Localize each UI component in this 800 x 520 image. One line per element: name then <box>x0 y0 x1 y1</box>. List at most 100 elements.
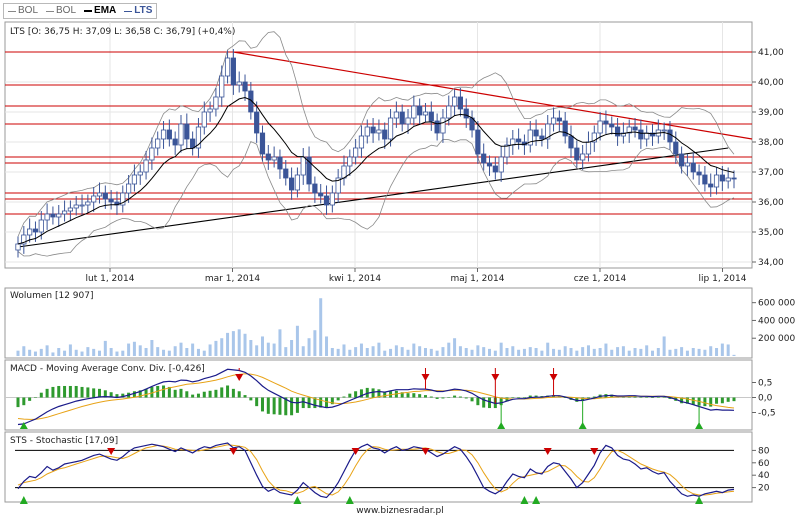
candle-body <box>108 198 114 203</box>
volume-bar <box>319 298 323 356</box>
volume-bar <box>127 343 131 356</box>
macd-histogram-bar <box>371 388 375 398</box>
candle-body <box>440 117 446 134</box>
volume-bar <box>121 350 125 356</box>
candle-body <box>172 138 178 146</box>
volume-bar <box>662 336 666 356</box>
candle-body <box>644 132 650 140</box>
macd-histogram-bar <box>476 397 480 406</box>
volume-bar <box>616 347 620 356</box>
candle-body <box>399 111 405 125</box>
volume-bar <box>546 342 550 356</box>
macd-histogram-bar <box>418 394 422 398</box>
candle-body <box>370 126 376 134</box>
volume-bar <box>138 345 142 356</box>
candle-body <box>492 165 498 173</box>
macd-histogram-bar <box>488 397 492 409</box>
volume-bar <box>493 350 497 356</box>
legend-item-lts[interactable]: LTS <box>120 4 156 18</box>
volume-bar <box>336 348 340 356</box>
candle-body <box>539 135 545 140</box>
volume-bar <box>255 345 259 356</box>
volume-bar <box>412 343 416 356</box>
volume-bar <box>726 344 730 356</box>
macd-histogram-bar <box>278 397 282 415</box>
volume-bar <box>260 336 264 356</box>
candle-body <box>91 195 97 203</box>
candle-body <box>516 138 522 143</box>
candle-body <box>353 147 359 158</box>
candle-body <box>713 174 720 188</box>
x-tick-label: maj 1, 2014 <box>451 274 505 284</box>
legend-item-ema[interactable]: EMA <box>80 4 120 18</box>
macd-histogram-bar <box>243 395 247 398</box>
volume-bar <box>488 348 492 356</box>
candle-body <box>323 195 330 206</box>
candle-body <box>271 156 277 161</box>
volume-bar <box>732 354 736 356</box>
volume-bar <box>272 343 276 356</box>
volume-bar <box>522 348 526 356</box>
candle-body <box>417 105 423 116</box>
y-tick-label: 600 000 <box>758 299 795 309</box>
volume-bar <box>266 342 270 356</box>
macd-histogram-bar <box>45 388 49 398</box>
stochastic-panel-title: STS - Stochastic [17,09] <box>10 436 118 446</box>
legend-item-bol-2[interactable]: BOL <box>42 4 80 18</box>
volume-bar <box>429 348 433 356</box>
volume-bar <box>97 350 101 356</box>
candle-body <box>533 129 539 137</box>
candle-body <box>382 129 388 140</box>
volume-bar <box>400 347 404 356</box>
macd-histogram-bar <box>57 385 61 398</box>
volume-bar <box>435 350 439 356</box>
volume-bar <box>86 347 90 356</box>
volume-bar <box>697 348 701 356</box>
volume-bar <box>377 342 381 356</box>
macd-histogram-bar <box>447 397 451 398</box>
macd-histogram-bar <box>28 397 32 401</box>
volume-bar <box>610 349 614 356</box>
volume-bar <box>563 346 567 356</box>
volume-bar <box>307 338 311 356</box>
volume-bar <box>598 348 602 356</box>
macd-histogram-bar <box>435 397 439 399</box>
candle-body <box>85 201 91 206</box>
macd-histogram-bar <box>74 385 78 398</box>
candle-body <box>690 162 696 173</box>
volume-bar <box>22 346 26 356</box>
volume-bar <box>45 345 49 356</box>
candle-body <box>603 120 609 125</box>
volume-bar <box>68 344 72 356</box>
volume-bar <box>167 350 171 356</box>
footer-source: www.biznesradar.pl <box>356 506 444 516</box>
volume-bar <box>592 348 596 356</box>
volume-bar <box>144 348 148 356</box>
candle-body <box>213 96 219 110</box>
macd-histogram-bar <box>220 387 224 398</box>
macd-histogram-bar <box>208 390 212 398</box>
volume-bar <box>703 349 707 356</box>
candle-body <box>224 57 231 77</box>
candle-body <box>312 183 318 194</box>
macd-histogram-bar <box>429 396 433 398</box>
macd-histogram-bar <box>295 397 299 413</box>
candle-body <box>236 81 242 86</box>
volume-bar <box>668 349 672 356</box>
candle-body <box>207 108 213 113</box>
candle-body <box>638 129 644 140</box>
candle-body <box>661 129 667 132</box>
macd-histogram-bar <box>22 397 26 406</box>
volume-bar <box>290 340 294 356</box>
volume-bar <box>109 348 113 356</box>
y-tick-label: 20 <box>758 484 770 494</box>
volume-bar <box>482 347 486 356</box>
legend: BOL BOL EMA LTS <box>3 3 158 19</box>
macd-histogram-bar <box>453 395 457 398</box>
macd-histogram-bar <box>16 397 20 408</box>
legend-item-bol-1[interactable]: BOL <box>4 4 42 18</box>
candle-body <box>585 141 592 155</box>
volume-bar <box>604 343 608 356</box>
candle-body <box>277 156 283 170</box>
volume-bar <box>715 348 719 356</box>
